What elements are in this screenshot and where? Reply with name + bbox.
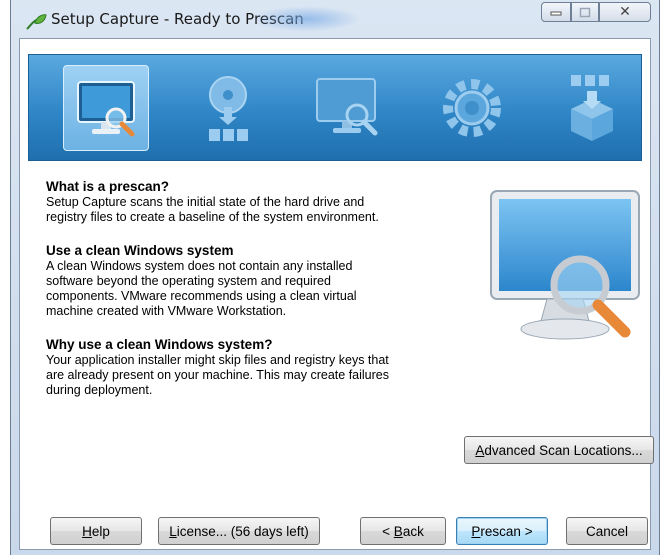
section-line: during deployment. bbox=[46, 383, 153, 397]
app-leaf-icon bbox=[26, 14, 47, 30]
section-line: components. VMware recommends using a cl… bbox=[46, 289, 357, 303]
section-title: What is a prescan? bbox=[46, 179, 170, 194]
step-postscan bbox=[305, 65, 391, 151]
prescan-illustration bbox=[490, 190, 640, 340]
close-button[interactable]: ✕ bbox=[599, 2, 651, 22]
minimize-icon bbox=[550, 11, 562, 16]
section-body: A clean Windows system does not contain … bbox=[46, 259, 456, 319]
prescan-button[interactable]: Prescan > bbox=[456, 517, 548, 545]
help-button[interactable]: Help bbox=[50, 517, 142, 545]
install-disc-icon bbox=[209, 76, 248, 141]
section-line: machine created with VMware Workstation. bbox=[46, 304, 287, 318]
step-configure bbox=[429, 65, 515, 151]
back-button[interactable]: < Back bbox=[360, 517, 446, 545]
setup-capture-window: Setup Capture - Ready to Prescan ✕ What … bbox=[10, 0, 660, 555]
section-title: Why use a clean Windows system? bbox=[46, 337, 273, 352]
step-prescan bbox=[63, 65, 149, 151]
section-line: software beyond the operating system and… bbox=[46, 274, 331, 288]
section-line: Setup Capture scans the initial state of… bbox=[46, 195, 365, 209]
postscan-monitor-icon bbox=[316, 78, 378, 136]
maximize-button[interactable] bbox=[571, 2, 599, 22]
button-label: Cancel bbox=[585, 523, 629, 539]
description-text: What is a prescan? Setup Capture scans t… bbox=[46, 179, 456, 416]
button-label: < Back bbox=[382, 523, 424, 539]
configure-gear-icon bbox=[443, 79, 501, 137]
button-label: Advanced Scan Locations... bbox=[475, 442, 643, 458]
step-install bbox=[185, 65, 271, 151]
close-icon: ✕ bbox=[619, 4, 631, 20]
section-why-clean: Why use a clean Windows system? Your app… bbox=[46, 337, 456, 398]
prescan-monitor-icon bbox=[77, 81, 135, 137]
section-clean-windows: Use a clean Windows system A clean Windo… bbox=[46, 243, 456, 319]
step-build bbox=[549, 65, 635, 151]
section-line: are already present on your machine. Thi… bbox=[46, 368, 389, 382]
button-label: Prescan > bbox=[471, 523, 533, 539]
section-what-is-prescan: What is a prescan? Setup Capture scans t… bbox=[46, 179, 456, 225]
section-line: registry files to create a baseline of t… bbox=[46, 210, 379, 224]
wizard-panel: What is a prescan? Setup Capture scans t… bbox=[19, 38, 654, 550]
section-body: Setup Capture scans the initial state of… bbox=[46, 195, 456, 225]
maximize-icon bbox=[579, 7, 591, 17]
cancel-button[interactable]: Cancel bbox=[566, 517, 648, 545]
license-button[interactable]: License... (56 days left) bbox=[158, 517, 320, 545]
button-label: Help bbox=[82, 523, 110, 539]
advanced-scan-locations-button[interactable]: Advanced Scan Locations... bbox=[464, 436, 654, 464]
section-body: Your application installer might skip fi… bbox=[46, 353, 456, 398]
step-banner bbox=[28, 54, 642, 161]
title-bar[interactable]: Setup Capture - Ready to Prescan ✕ bbox=[11, 0, 659, 38]
section-title: Use a clean Windows system bbox=[46, 243, 234, 258]
build-package-icon bbox=[571, 75, 613, 141]
caption-buttons: ✕ bbox=[541, 2, 651, 24]
button-label: License... (56 days left) bbox=[169, 523, 309, 539]
title-glow bbox=[251, 6, 361, 32]
section-line: Your application installer might skip fi… bbox=[46, 353, 389, 367]
minimize-button[interactable] bbox=[541, 2, 571, 22]
section-line: A clean Windows system does not contain … bbox=[46, 259, 353, 273]
